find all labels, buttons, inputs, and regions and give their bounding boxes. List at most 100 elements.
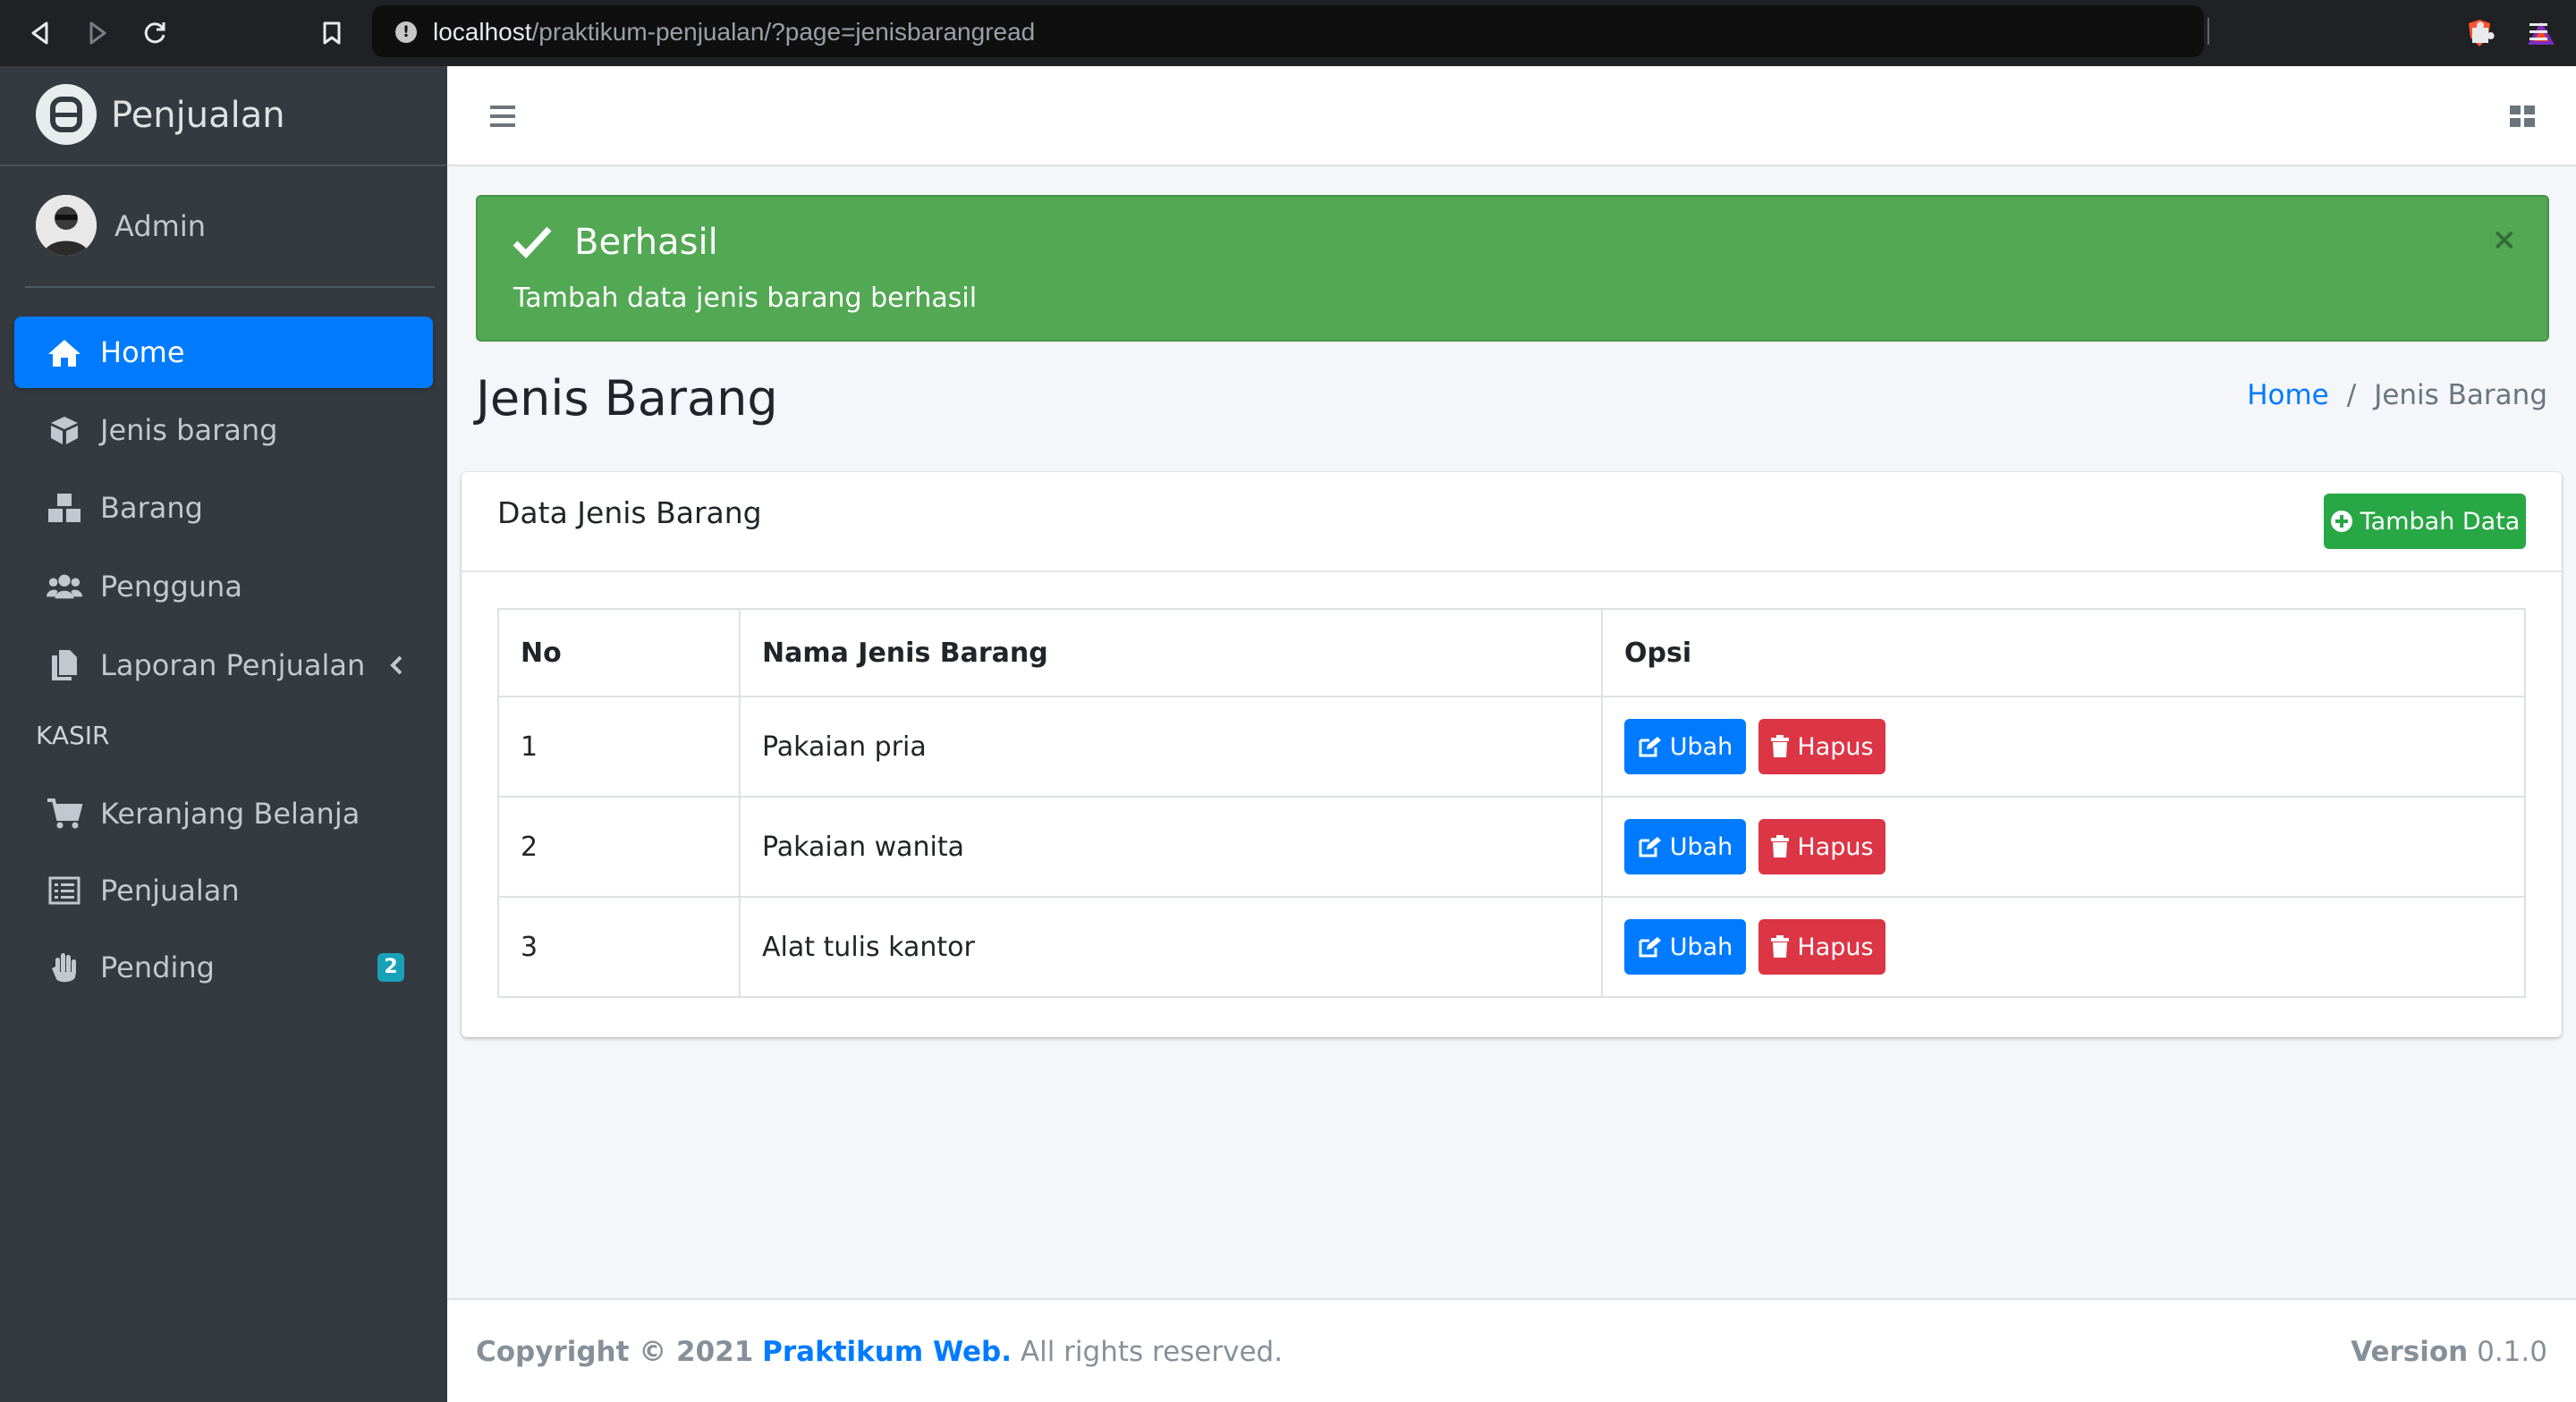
breadcrumb: Home / Jenis Barang (2247, 379, 2547, 411)
sidebar-item-keranjang-belanja[interactable]: Keranjang Belanja (14, 778, 433, 849)
back-icon[interactable] (18, 11, 63, 55)
table-row: 3 Alat tulis kantor Ubah Hapus (497, 896, 2526, 998)
sidebar-item-label: Jenis barang (100, 413, 278, 447)
info-icon[interactable]: ! (395, 21, 417, 43)
delete-button[interactable]: Hapus (1758, 719, 1885, 774)
sidebar: Penjualan Admin Home Jenis barang Barang… (0, 66, 447, 1402)
edit-button[interactable]: Ubah (1624, 719, 1746, 774)
card-title: Data Jenis Barang (497, 495, 762, 530)
edit-label: Ubah (1669, 933, 1733, 961)
url-text: localhost/praktikum-penjualan/?page=jeni… (433, 18, 1036, 46)
edit-icon (1639, 737, 1661, 757)
sidebar-item-home[interactable]: Home (14, 317, 433, 388)
list-icon (47, 873, 82, 908)
delete-label: Hapus (1797, 933, 1874, 961)
breadcrumb-home-link[interactable]: Home (2247, 379, 2329, 411)
cell-actions: Ubah Hapus (1601, 696, 2526, 798)
box-icon (47, 412, 82, 448)
trash-icon (1771, 935, 1790, 958)
delete-button[interactable]: Hapus (1758, 919, 1885, 975)
url-divider (2207, 18, 2209, 45)
table-header-row: No Nama Jenis Barang Opsi (497, 608, 2526, 697)
cart-icon (47, 796, 82, 832)
cell-no: 2 (497, 796, 741, 898)
forward-icon[interactable] (75, 11, 120, 55)
edit-icon (1639, 837, 1661, 857)
cell-actions: Ubah Hapus (1601, 796, 2526, 898)
reload-icon[interactable] (132, 11, 177, 55)
alert-message: Tambah data jenis barang berhasil (513, 283, 978, 314)
hamburger-menu-icon[interactable] (487, 100, 519, 132)
page-title: Jenis Barang (476, 370, 778, 427)
table-row: 2 Pakaian wanita Ubah Hapus (497, 796, 2526, 898)
edit-label: Ubah (1669, 832, 1733, 861)
footer: Copyright © 2021 Praktikum Web. All righ… (447, 1298, 2576, 1402)
breadcrumb-current: Jenis Barang (2374, 379, 2547, 411)
delete-label: Hapus (1797, 832, 1874, 861)
users-icon (47, 569, 82, 604)
home-icon (47, 334, 82, 370)
breadcrumb-separator: / (2346, 379, 2357, 411)
user-panel: Admin (0, 166, 447, 288)
check-icon (513, 226, 552, 259)
edit-button[interactable]: Ubah (1624, 919, 1746, 975)
jenis-barang-table: No Nama Jenis Barang Opsi 1 Pakaian pria… (497, 608, 2526, 998)
sidebar-header-kasir: KASIR (36, 721, 110, 750)
plus-circle-icon (2330, 511, 2352, 532)
add-data-label: Tambah Data (2360, 507, 2521, 536)
column-header-opsi: Opsi (1601, 608, 2526, 697)
bookmark-icon[interactable] (309, 11, 354, 55)
browser-menu-icon[interactable] (2522, 13, 2555, 52)
edit-label: Ubah (1669, 732, 1733, 761)
card-header: Data Jenis Barang Tambah Data (462, 472, 2562, 572)
sidebar-item-label: Home (100, 335, 185, 369)
sidebar-item-label: Penjualan (100, 874, 240, 908)
success-alert: Berhasil Tambah data jenis barang berhas… (476, 195, 2549, 342)
grid-view-icon[interactable] (2508, 102, 2537, 131)
cell-name: Pakaian pria (739, 696, 1603, 798)
brand-text: Penjualan (111, 95, 285, 136)
footer-brand-link[interactable]: Praktikum Web. (762, 1336, 1012, 1368)
add-data-button[interactable]: Tambah Data (2324, 494, 2526, 549)
version-label: Version (2351, 1336, 2469, 1368)
sidebar-item-penjualan[interactable]: Penjualan (14, 855, 433, 926)
copyright-text: Copyright © 2021 (476, 1336, 754, 1368)
chevron-left-icon (390, 655, 402, 675)
sidebar-item-label: Laporan Penjualan (100, 648, 366, 682)
address-bar[interactable]: ! localhost/praktikum-penjualan/?page=je… (372, 5, 2555, 57)
data-card: Data Jenis Barang Tambah Data No Nama Je… (462, 472, 2562, 1037)
cell-actions: Ubah Hapus (1601, 896, 2526, 998)
sidebar-item-label: Barang (100, 491, 203, 525)
sidebar-item-pengguna[interactable]: Pengguna (14, 551, 433, 622)
cell-name: Pakaian wanita (739, 796, 1603, 898)
version-number: 0.1.0 (2477, 1336, 2547, 1368)
top-navbar (447, 66, 2576, 166)
sidebar-item-pending[interactable]: Pending 2 (14, 932, 433, 1003)
alert-title: Berhasil (574, 222, 718, 263)
edit-button[interactable]: Ubah (1624, 819, 1746, 874)
pending-count-badge: 2 (377, 953, 404, 982)
avatar[interactable] (36, 195, 97, 256)
footer-copyright: Copyright © 2021 Praktikum Web. All righ… (476, 1336, 1283, 1368)
delete-button[interactable]: Hapus (1758, 819, 1885, 874)
sidebar-item-jenis-barang[interactable]: Jenis barang (14, 394, 433, 466)
brand-link[interactable]: Penjualan (0, 66, 447, 166)
trash-icon (1771, 735, 1790, 757)
edit-icon (1639, 937, 1661, 958)
sidebar-item-label: Pengguna (100, 570, 242, 604)
column-header-nama: Nama Jenis Barang (739, 608, 1603, 697)
delete-label: Hapus (1797, 732, 1874, 761)
footer-version: Version 0.1.0 (2351, 1336, 2547, 1368)
sidebar-item-laporan-penjualan[interactable]: Laporan Penjualan (14, 629, 433, 701)
trash-icon (1771, 835, 1790, 857)
cell-no: 1 (497, 696, 741, 798)
alert-close-button[interactable]: × (2492, 222, 2518, 258)
extensions-icon[interactable] (2462, 13, 2501, 52)
sidebar-item-label: Keranjang Belanja (100, 797, 360, 831)
user-name[interactable]: Admin (114, 209, 206, 243)
cell-no: 3 (497, 896, 741, 998)
table-row: 1 Pakaian pria Ubah Hapus (497, 696, 2526, 798)
brand-logo-icon (36, 84, 97, 145)
copy-icon (47, 647, 82, 683)
sidebar-item-barang[interactable]: Barang (14, 472, 433, 544)
